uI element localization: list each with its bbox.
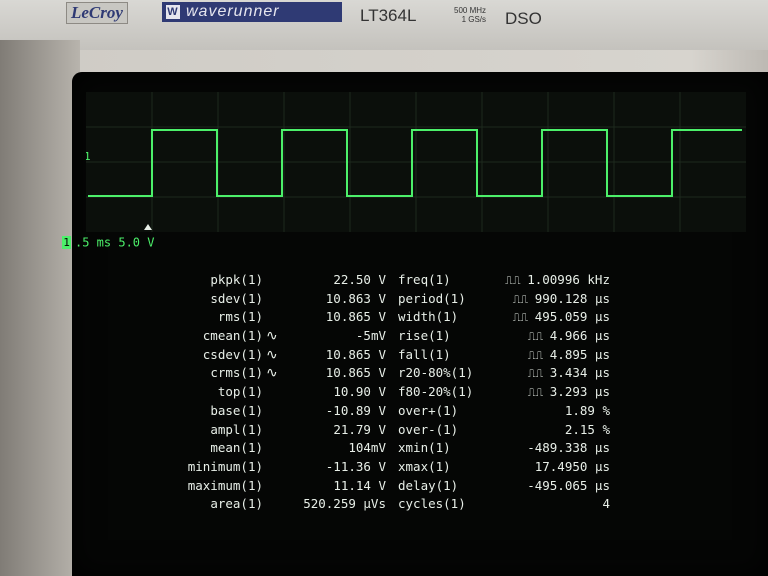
waverunner-icon: W [166, 5, 180, 19]
channel-badge[interactable]: 1 [62, 236, 71, 249]
spec-bandwidth: 500 MHz [454, 6, 487, 15]
measurement-name: area(1) [210, 496, 263, 512]
measurement-value: -10.89 V [325, 402, 386, 418]
measurement-name: crms(1) [210, 365, 263, 381]
pulse-train-icon: ⎍⎍ [527, 330, 550, 344]
measurement-value: ⎍⎍ 990.128 µs [486, 290, 610, 309]
pulse-train-icon: ⎍⎍ [512, 311, 535, 325]
measurement-value: ⎍⎍ 1.00996 kHz [486, 271, 610, 290]
measurement-value-text: 495.059 µs [534, 309, 610, 325]
instrument-header: LeCroy W waverunner LT364L 500 MHz 1 GS/… [0, 0, 768, 50]
measurement-name: over-(1) [398, 421, 459, 437]
measurement-name: rms(1) [217, 309, 263, 325]
model-name: LT364L [360, 6, 417, 25]
measurement-name: minimum(1) [187, 458, 263, 474]
measurement-name: width(1) [398, 309, 459, 325]
measurement-value-text: 990.128 µs [534, 290, 610, 306]
measurement-name: f80-20%(1) [398, 384, 474, 400]
measurement-value: 10.865 V [325, 309, 386, 325]
measurement-value: 11.14 V [333, 477, 386, 493]
measurement-name: r20-80%(1) [398, 365, 474, 381]
pulse-train-icon: ⎍⎍ [505, 274, 528, 287]
measurement-value: 22.50 V [333, 272, 386, 287]
measurement-name: freq(1) [398, 272, 451, 287]
measurement-value-text: 4.966 µs [549, 328, 610, 344]
measurement-names-right: freq(1) period(1) width(1) rise(1) fall(1) r2… [398, 271, 498, 514]
measurement-value-text: 1.00996 kHz [527, 272, 610, 287]
measurement-value-text: 4.895 µs [549, 346, 610, 362]
measurement-name: over+(1) [398, 402, 459, 418]
measurement-names-left: pkpk(1) sdev(1) rms(1) cmean(1) csdev(1) crms… [165, 271, 263, 514]
measurement-value: ⎍⎍ 3.434 µs [486, 364, 610, 383]
measurement-value: 520.259 µVs [303, 496, 386, 512]
measurement-value: 4 [486, 495, 610, 514]
series-name: waverunner [186, 3, 280, 20]
channel-settings: .5 ms 5.0 V [75, 235, 155, 250]
square-wave-trace [88, 129, 742, 197]
series-logo: W waverunner [162, 2, 342, 22]
measurement-value-text: 17.4950 µs [534, 458, 610, 474]
measurement-value: 10.863 V [325, 290, 386, 306]
measurement-value-text: 1.89 % [564, 402, 610, 418]
measurement-name: cycles(1) [398, 496, 466, 512]
waveform-grid: 1 [86, 92, 746, 232]
measurement-name: xmin(1) [398, 440, 451, 456]
pulse-train-icon: ⎍⎍ [527, 386, 550, 400]
measurement-value: ⎍⎍ 3.293 µs [486, 383, 610, 402]
pulse-train-icon: ⎍⎍ [527, 348, 550, 362]
pulse-train-icon: ⎍⎍ [527, 367, 550, 381]
measurement-name: period(1) [398, 290, 466, 306]
measurement-name: cmean(1) [202, 328, 263, 344]
model-spec: 500 MHz 1 GS/s [454, 6, 486, 24]
measurement-values-left: 22.50 V 10.863 V 10.865 V -5mV 10.865 V 10.86… [278, 271, 386, 514]
measurement-value: 10.90 V [333, 384, 386, 400]
model-type: DSO [505, 9, 542, 28]
measurement-name: rise(1) [398, 328, 451, 344]
measurement-value: -5mV [355, 328, 386, 344]
measurement-value-text: 4 [602, 496, 610, 512]
measurement-value: 104mV [348, 440, 386, 456]
measurement-name: maximum(1) [187, 477, 263, 493]
measurement-name: delay(1) [398, 477, 459, 493]
bezel-left-edge [0, 40, 80, 576]
measurement-name: sdev(1) [210, 290, 263, 306]
channel-marker: 1 [86, 150, 91, 163]
channel-status: 1 .5 ms 5.0 V [62, 235, 154, 250]
waveform-plot: 1 [86, 92, 746, 232]
measurement-value: 10.865 V [325, 365, 386, 381]
measurement-value-text: -489.338 µs [527, 440, 610, 456]
trigger-marker-icon [144, 224, 152, 230]
measurement-value-text: 2.15 % [564, 421, 610, 437]
measurement-value: ⎍⎍ 4.895 µs [486, 346, 610, 365]
pulse-train-icon: ⎍⎍ [512, 292, 535, 306]
measurement-values-right: ⎍⎍ 1.00996 kHz ⎍⎍ 990.128 µs ⎍⎍ 495.059 µs… [486, 271, 610, 514]
brand-logo: LeCroy [66, 2, 128, 24]
measurement-name: base(1) [210, 402, 263, 418]
measurement-name: csdev(1) [202, 346, 263, 362]
measurement-value: 2.15 % [486, 421, 610, 440]
measurement-name: pkpk(1) [210, 272, 263, 287]
measurement-value: 21.79 V [333, 421, 386, 437]
measurement-value: 17.4950 µs [486, 458, 610, 477]
measurement-name: ampl(1) [210, 421, 263, 437]
measurement-value-text: 3.434 µs [549, 365, 610, 381]
measurement-name: mean(1) [210, 440, 263, 456]
measurement-value-text: 3.293 µs [549, 384, 610, 400]
measurement-value: ⎍⎍ 4.966 µs [486, 327, 610, 346]
measurement-value: 1.89 % [486, 402, 610, 421]
measurement-name: top(1) [217, 384, 263, 400]
measurement-value: -489.338 µs [486, 439, 610, 458]
measurement-name: fall(1) [398, 346, 451, 362]
measurement-value: -495.065 µs [486, 477, 610, 496]
spec-samplerate: 1 GS/s [461, 15, 487, 24]
measurement-value: ⎍⎍ 495.059 µs [486, 308, 610, 327]
measurement-value-text: -495.065 µs [527, 477, 610, 493]
measurement-value: -11.36 V [325, 458, 386, 474]
measurement-value: 10.865 V [325, 346, 386, 362]
measurement-name: xmax(1) [398, 458, 451, 474]
